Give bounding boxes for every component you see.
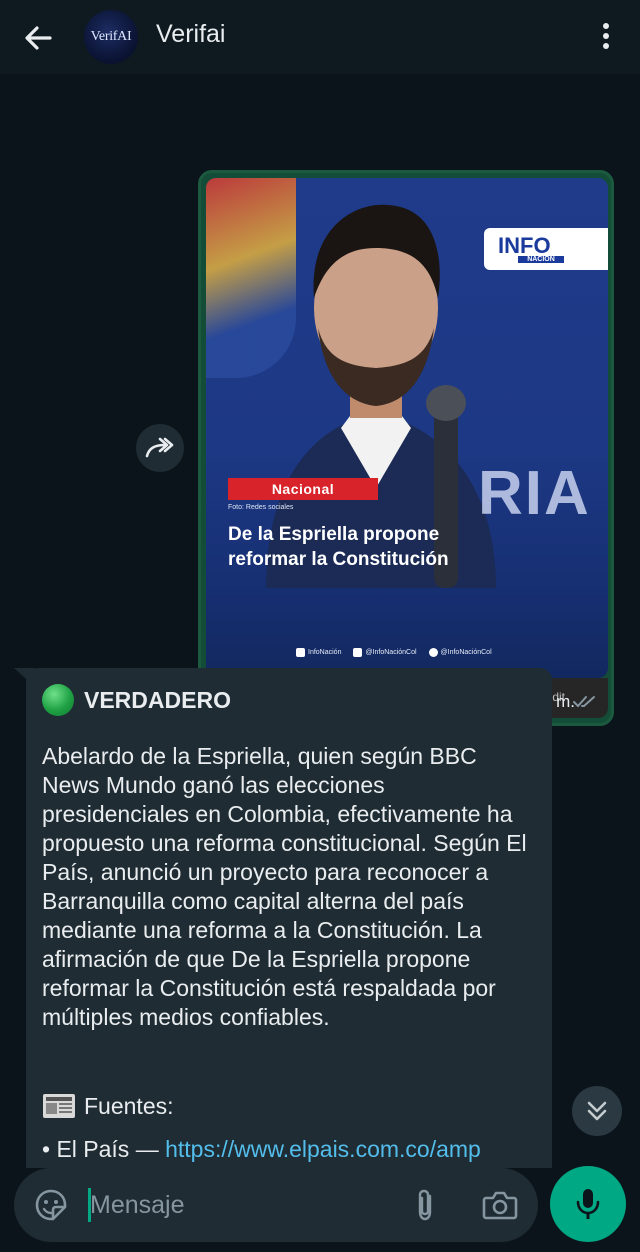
avatar[interactable]: VerifAI <box>84 10 138 64</box>
chat-header: VerifAI Verifai <box>0 0 640 74</box>
image-message-bubble[interactable]: INFO NACIÓN RIA Nacional Foto: Redes soc… <box>198 170 614 726</box>
photo-credit: Foto: Redes sociales <box>228 504 294 511</box>
forward-icon <box>145 437 174 458</box>
verdict-row: VERDADERO <box>42 684 231 716</box>
sticker-icon[interactable] <box>34 1188 68 1222</box>
arrow-left-icon[interactable] <box>20 20 56 56</box>
chat-title[interactable]: Verifai <box>156 20 225 49</box>
reply-message-bubble[interactable]: VERDADERO Abelardo de la Espriella, quie… <box>26 668 552 1168</box>
message-input[interactable] <box>90 1186 390 1224</box>
more-vertical-icon[interactable] <box>594 20 618 52</box>
scroll-down-button[interactable] <box>572 1086 622 1136</box>
microphone-icon <box>576 1189 600 1219</box>
mic-button[interactable] <box>550 1166 626 1242</box>
twitter-icon <box>428 648 438 657</box>
source-item: • El País — https://www.elpais.com.co/am… <box>42 1136 481 1162</box>
news-image[interactable]: INFO NACIÓN RIA Nacional Foto: Redes soc… <box>206 178 608 678</box>
double-check-icon <box>573 696 595 708</box>
infonacion-logo: INFO NACIÓN <box>484 228 608 270</box>
forward-button[interactable] <box>136 424 184 472</box>
green-circle-icon <box>42 684 74 716</box>
source-link[interactable]: https://www.elpais.com.co/amp <box>165 1136 481 1162</box>
instagram-icon <box>353 648 363 657</box>
sources-heading: Fuentes: <box>42 1092 174 1120</box>
double-chevron-down-icon <box>587 1101 607 1121</box>
newspaper-icon <box>43 1094 75 1118</box>
reply-body: Abelardo de la Espriella, quien según BB… <box>42 743 527 1030</box>
camera-icon[interactable] <box>482 1190 518 1220</box>
facebook-icon <box>296 648 305 657</box>
background-lettering: RIA <box>478 459 591 528</box>
chat-area: INFO NACIÓN RIA Nacional Foto: Redes soc… <box>0 74 640 1168</box>
category-tag: Nacional <box>228 478 378 500</box>
paperclip-icon[interactable] <box>412 1188 438 1222</box>
social-handles: InfoNación @InfoNaciónCol @InfoNaciónCol <box>296 648 492 657</box>
verdict-label: VERDADERO <box>84 686 231 713</box>
message-composer <box>14 1168 538 1242</box>
news-headline: De la Espriella propone reformar la Cons… <box>228 524 449 570</box>
